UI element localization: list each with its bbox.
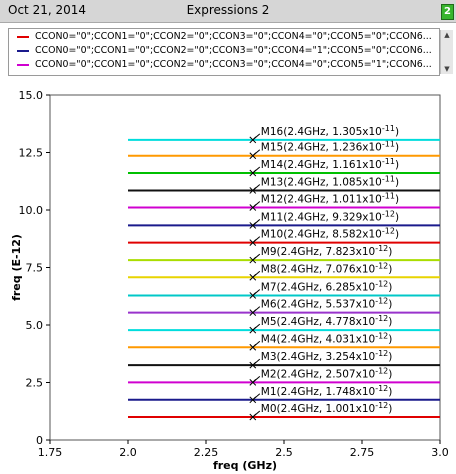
x-tick-label: 2.75 xyxy=(350,446,375,459)
marker-label: M13(2.4GHz, 1.085x10-11) xyxy=(261,174,399,188)
x-tick-label: 2.25 xyxy=(194,446,219,459)
marker-label: M3(2.4GHz, 3.254x10-12) xyxy=(261,349,393,363)
y-tick-label: 5.0 xyxy=(26,319,44,332)
marker-label: M0(2.4GHz, 1.001x10-12) xyxy=(261,401,393,415)
marker-label: M9(2.4GHz, 7.823x10-12) xyxy=(261,244,393,258)
x-axis-label: freq (GHz) xyxy=(213,459,277,472)
x-tick-label: 2.5 xyxy=(275,446,293,459)
chart-plot: 02.55.07.510.012.515.01.75 2.0 2.25 2.5 2.75… xyxy=(10,89,449,472)
y-tick-label: 15.0 xyxy=(19,89,44,102)
marker-label: M1(2.4GHz, 1.748x10-12) xyxy=(261,384,393,398)
y-axis-label: freq (E-12) xyxy=(10,234,23,301)
marker-label: M15(2.4GHz, 1.236x10-11) xyxy=(261,140,399,154)
marker-label: M10(2.4GHz, 8.582x10-12) xyxy=(261,227,399,241)
marker-label: M16(2.4GHz, 1.305x10-11) xyxy=(261,124,399,138)
x-tick-label: 2.0 xyxy=(119,446,137,459)
x-tick-label: 3.0 xyxy=(431,446,449,459)
marker-label: M8(2.4GHz, 7.076x10-12) xyxy=(261,261,393,275)
marker-label: M7(2.4GHz, 6.285x10-12) xyxy=(261,279,393,293)
x-tick-label: 1.75 xyxy=(38,446,63,459)
y-tick-label: 2.5 xyxy=(26,377,44,390)
marker-label: M2(2.4GHz, 2.507x10-12) xyxy=(261,366,393,380)
marker-label: M12(2.4GHz, 1.011x10-11) xyxy=(261,191,399,205)
marker-label: M4(2.4GHz, 4.031x10-12) xyxy=(261,331,393,345)
y-tick-label: 12.5 xyxy=(19,147,44,160)
marker-label: M11(2.4GHz, 9.329x10-12) xyxy=(261,209,399,223)
y-tick-label: 7.5 xyxy=(26,262,44,275)
marker-label: M14(2.4GHz, 1.161x10-11) xyxy=(261,157,399,171)
marker-label: M5(2.4GHz, 4.778x10-12) xyxy=(261,314,393,328)
y-tick-label: 10.0 xyxy=(19,204,44,217)
marker-label: M6(2.4GHz, 5.537x10-12) xyxy=(261,297,393,311)
